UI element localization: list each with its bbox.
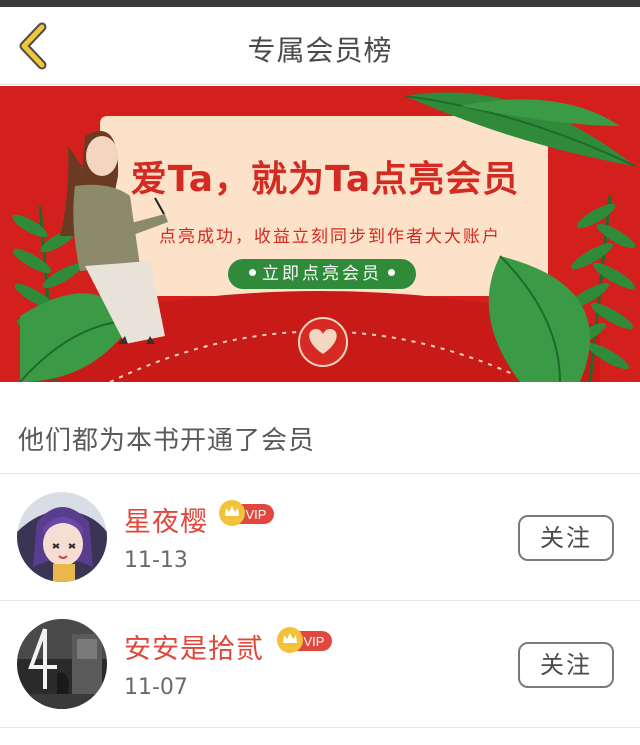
divider (0, 727, 640, 728)
vip-badge-label: VIP (246, 507, 267, 522)
banner-headline: 爱Ta，就为Ta点亮会员 (130, 159, 520, 200)
dot-icon (249, 269, 256, 276)
avatar[interactable] (17, 492, 107, 582)
vip-badge: VIP (277, 627, 332, 653)
vip-badge: VIP (219, 500, 274, 526)
banner-button-label: 立即点亮会员 (262, 264, 382, 284)
dot-icon (388, 269, 395, 276)
follow-button[interactable]: 关注 (518, 515, 614, 561)
member-row[interactable]: 星夜樱 VIP 11-13 关注 (0, 474, 640, 600)
promo-banner[interactable]: 爱Ta，就为Ta点亮会员 点亮成功，收益立刻同步到作者大大账户 立即点亮会员 (0, 86, 640, 382)
photo-avatar-image (17, 619, 107, 709)
status-bar (0, 0, 640, 7)
anime-avatar-image (17, 492, 107, 582)
banner-subtitle: 点亮成功，收益立刻同步到作者大大账户 (159, 227, 501, 247)
light-up-membership-button[interactable]: 立即点亮会员 (228, 259, 416, 289)
page-title: 专属会员榜 (247, 34, 393, 67)
member-name[interactable]: 安安是拾贰 (124, 627, 264, 666)
follow-button[interactable]: 关注 (518, 642, 614, 688)
member-date: 11-07 (124, 675, 188, 700)
members-section-title: 他们都为本书开通了会员 (18, 426, 316, 456)
member-name[interactable]: 星夜樱 (124, 500, 208, 539)
avatar[interactable] (17, 619, 107, 709)
nav-bar: 专属会员榜 (0, 7, 640, 85)
member-row[interactable]: 安安是拾贰 VIP 11-07 关注 (0, 601, 640, 727)
member-date: 11-13 (124, 548, 188, 573)
vip-badge-label: VIP (304, 634, 325, 649)
